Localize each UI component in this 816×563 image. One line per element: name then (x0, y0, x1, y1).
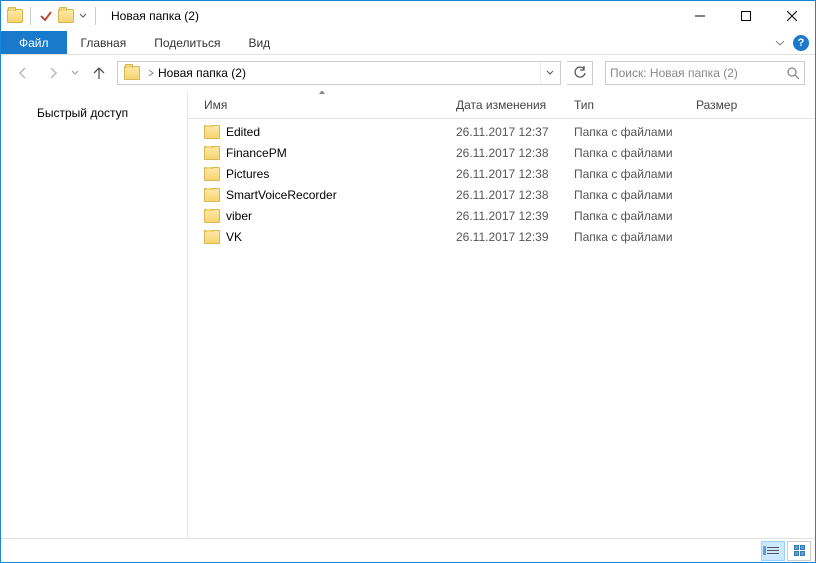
close-button[interactable] (769, 1, 815, 31)
icons-view-icon (794, 545, 805, 556)
app-folder-icon (7, 9, 23, 23)
minimize-button[interactable] (677, 1, 723, 31)
file-name: VK (226, 230, 242, 244)
file-type: Папка с файлами (566, 167, 688, 181)
column-type-label: Тип (574, 98, 594, 112)
file-date: 26.11.2017 12:38 (448, 167, 566, 181)
file-type: Папка с файлами (566, 188, 688, 202)
file-list[interactable]: Edited26.11.2017 12:37Папка с файламиFin… (188, 119, 815, 538)
window-title: Новая папка (2) (111, 9, 199, 23)
tab-share[interactable]: Поделиться (140, 31, 234, 54)
file-type: Папка с файлами (566, 146, 688, 160)
qat-newfolder-icon[interactable] (58, 9, 74, 23)
qat-separator (30, 7, 31, 25)
search-input[interactable] (610, 66, 786, 80)
file-date: 26.11.2017 12:39 (448, 230, 566, 244)
file-date: 26.11.2017 12:39 (448, 209, 566, 223)
address-folder-icon (124, 66, 140, 80)
search-box[interactable] (605, 61, 805, 85)
file-row[interactable]: VK 26.11.2017 12:39Папка с файлами (188, 226, 815, 247)
qat-properties-icon[interactable] (38, 8, 54, 24)
file-row[interactable]: Pictures 26.11.2017 12:38Папка с файлами (188, 163, 815, 184)
view-large-icons-button[interactable] (787, 541, 811, 561)
column-name-label: Имя (204, 98, 227, 112)
file-row[interactable]: FinancePM 26.11.2017 12:38Папка с файлами (188, 142, 815, 163)
tab-home[interactable]: Главная (67, 31, 141, 54)
maximize-button[interactable] (723, 1, 769, 31)
ribbon: Файл Главная Поделиться Вид ? (1, 31, 815, 55)
folder-icon (204, 146, 220, 160)
file-date: 26.11.2017 12:38 (448, 188, 566, 202)
file-type: Папка с файлами (566, 125, 688, 139)
details-view-icon (767, 547, 779, 554)
tab-view[interactable]: Вид (234, 31, 284, 54)
up-button[interactable] (87, 61, 111, 85)
column-size-label: Размер (696, 98, 737, 112)
help-icon[interactable]: ? (793, 35, 809, 51)
folder-icon (204, 230, 220, 244)
file-date: 26.11.2017 12:38 (448, 146, 566, 160)
file-name: SmartVoiceRecorder (226, 188, 337, 202)
breadcrumb-sep-icon[interactable] (148, 69, 154, 77)
file-name: Pictures (226, 167, 269, 181)
history-dropdown-icon[interactable] (71, 69, 81, 77)
address-dropdown-icon[interactable] (540, 62, 558, 84)
qat-separator-2 (95, 7, 96, 25)
qat-dropdown-icon[interactable] (78, 12, 88, 20)
file-type: Папка с файлами (566, 209, 688, 223)
address-bar[interactable]: Новая папка (2) (117, 61, 561, 85)
content: Быстрый доступ Имя Дата изменения Тип Ра… (1, 91, 815, 538)
file-row[interactable]: SmartVoiceRecorder 26.11.2017 12:38Папка … (188, 184, 815, 205)
forward-button[interactable] (41, 61, 65, 85)
file-type: Папка с файлами (566, 230, 688, 244)
file-row[interactable]: Edited 26.11.2017 12:37Папка с файлами (188, 121, 815, 142)
folder-icon (204, 188, 220, 202)
file-row[interactable]: viber 26.11.2017 12:39Папка с файлами (188, 205, 815, 226)
tab-file[interactable]: Файл (1, 31, 67, 54)
titlebar: Новая папка (2) (1, 1, 815, 31)
file-list-pane: Имя Дата изменения Тип Размер Edited 26.1… (188, 91, 815, 538)
breadcrumb-segment[interactable]: Новая папка (2) (158, 66, 246, 80)
column-name[interactable]: Имя (196, 91, 448, 118)
column-headers: Имя Дата изменения Тип Размер (188, 91, 815, 119)
folder-icon (204, 125, 220, 139)
column-type[interactable]: Тип (566, 91, 688, 118)
folder-icon (204, 209, 220, 223)
file-date: 26.11.2017 12:37 (448, 125, 566, 139)
search-icon[interactable] (786, 66, 800, 80)
view-details-button[interactable] (761, 541, 785, 561)
folder-icon (204, 167, 220, 181)
file-name: FinancePM (226, 146, 287, 160)
refresh-button[interactable] (567, 61, 593, 85)
column-date[interactable]: Дата изменения (448, 91, 566, 118)
nav-pane[interactable]: Быстрый доступ (1, 91, 188, 538)
ribbon-expand-icon[interactable] (775, 38, 785, 48)
file-name: viber (226, 209, 252, 223)
file-name: Edited (226, 125, 260, 139)
statusbar (1, 538, 815, 562)
column-size[interactable]: Размер (688, 91, 768, 118)
sidebar-item-quick-access[interactable]: Быстрый доступ (1, 103, 187, 123)
sort-asc-icon (318, 91, 326, 95)
back-button[interactable] (11, 61, 35, 85)
navbar: Новая папка (2) (1, 55, 815, 91)
column-date-label: Дата изменения (456, 98, 546, 112)
